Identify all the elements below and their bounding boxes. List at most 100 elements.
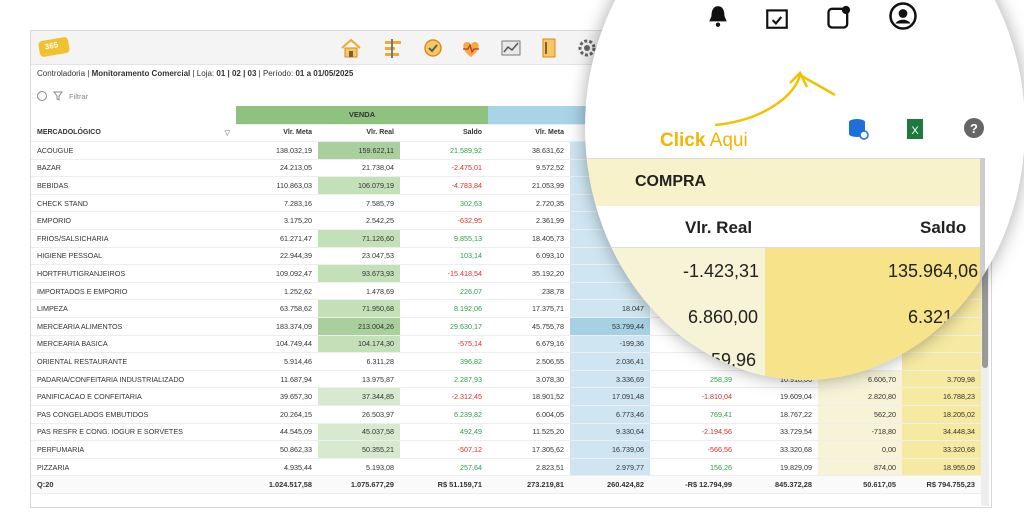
cell-vr: 213.004,26 <box>318 317 400 336</box>
footer-row: Q:20 1.024.517,58 1.075.677,29 R$ 51.159… <box>31 475 981 494</box>
cell-vr: 106.079,19 <box>318 176 400 195</box>
cell-vr: 26.503,97 <box>318 405 400 424</box>
col-venda-saldo[interactable]: Saldo <box>400 124 488 143</box>
cell-s: -507,12 <box>400 440 488 459</box>
cell-cm: 6.004,05 <box>488 405 570 424</box>
cell-cm: 6.679,16 <box>488 335 570 354</box>
database-export-icon[interactable] <box>847 117 869 141</box>
cell-cm: 6.093,10 <box>488 247 570 266</box>
zoom-compra-header: COMPRA <box>585 158 980 206</box>
clock-check-icon[interactable] <box>421 37 445 59</box>
funnel-icon[interactable] <box>53 91 63 101</box>
cell-name: ORIENTAL RESTAURANTE <box>31 352 236 371</box>
lojas-value: 01 | 02 | 03 <box>216 69 257 78</box>
footer-compra-real: 260.424,82 <box>570 475 650 494</box>
cell-ts: 33.320,68 <box>902 440 981 459</box>
filter-bars-icon[interactable] <box>381 37 405 59</box>
cell-s: 9.855,13 <box>400 229 488 248</box>
heart-pulse-icon[interactable] <box>459 37 483 59</box>
cell-name: HIGIENE PESSOAL <box>31 247 236 266</box>
table-row[interactable]: PIZZARIA 4.935,44 5.193,08 257,64 2.823,51 2.… <box>31 458 981 477</box>
column-filter-icon[interactable]: ▽ <box>225 129 230 137</box>
cell-vm: 11.687,94 <box>236 370 318 389</box>
svg-text:X: X <box>911 125 919 137</box>
table-row[interactable]: PAS RESFR E CONG. IOGUR E SORVETES 44.545… <box>31 423 981 442</box>
zoom-cell-real-3: -59,96 <box>705 350 757 370</box>
document-icon[interactable] <box>537 37 561 59</box>
cell-cm: 17.305,62 <box>488 440 570 459</box>
cell-vr: 159.622,11 <box>318 141 400 160</box>
home-icon[interactable] <box>339 37 363 59</box>
cell-vm: 7.283,16 <box>236 194 318 213</box>
cell-vm: 22.944,39 <box>236 247 318 266</box>
cell-vm: 24.213,05 <box>236 159 318 178</box>
notification-square-icon[interactable] <box>825 3 853 31</box>
footer-total-real: 50.617,05 <box>818 475 902 494</box>
cell-tr: 874,00 <box>818 458 902 477</box>
chart-line-icon[interactable] <box>499 37 523 59</box>
filter-bar: Filtrar <box>37 89 88 103</box>
breadcrumb-section[interactable]: Controladoria <box>37 69 85 78</box>
cell-vm: 109.092,47 <box>236 264 318 283</box>
cell-cm: 2.720,35 <box>488 194 570 213</box>
cell-vr: 21.738,04 <box>318 159 400 178</box>
arrow-curve-icon <box>714 70 836 127</box>
cell-name: PIZZARIA <box>31 458 236 477</box>
footer-compra-meta: 273.219,81 <box>488 475 570 494</box>
cell-vr: 23.047,53 <box>318 247 400 266</box>
table-row[interactable]: PAS CONGELADOS EMBUTIDOS 20.264,15 26.503,… <box>31 405 981 424</box>
cell-vm: 39.657,30 <box>236 387 318 406</box>
col-compra-meta[interactable]: Vlr. Meta <box>488 124 570 143</box>
cell-cm: 18.901,52 <box>488 387 570 406</box>
svg-text:?: ? <box>970 121 978 136</box>
periodo-label: Período: <box>262 69 294 78</box>
col-venda-real[interactable]: Vlr. Real <box>318 124 400 143</box>
cell-vr: 2.542,25 <box>318 211 400 231</box>
table-row[interactable]: PERFUMARIA 50.862,33 50.355,21 -507,12 17.30… <box>31 440 981 459</box>
app-logo[interactable]: 365 <box>37 36 71 58</box>
col-mercadologico[interactable]: MERCADOLÓGICO ▽ <box>31 124 236 143</box>
cell-vr: 13.975,87 <box>318 370 400 389</box>
cell-cs: -1.810,04 <box>650 387 738 406</box>
cell-s: -575,14 <box>400 335 488 354</box>
cell-s: 2.287,93 <box>400 370 488 389</box>
zoom-col-vlr-real[interactable]: Vlr. Real <box>685 218 752 238</box>
zoom-scrollbar[interactable] <box>980 158 985 380</box>
bell-icon[interactable] <box>705 3 731 29</box>
cell-s: -2.475,01 <box>400 159 488 178</box>
excel-icon[interactable]: X <box>905 117 925 141</box>
play-circle-icon[interactable] <box>37 91 47 101</box>
cell-ts: 16.788,23 <box>902 387 981 406</box>
cell-cm: 35.192,20 <box>488 264 570 283</box>
cell-cm: 2.361,99 <box>488 211 570 231</box>
cell-cm: 2.506,55 <box>488 352 570 371</box>
breadcrumb-page: Monitoramento Comercial <box>91 69 191 78</box>
zoom-col-saldo[interactable]: Saldo <box>920 218 966 238</box>
cell-name: FRIOS/SALSICHARIA <box>31 229 236 248</box>
footer-venda-saldo: R$ 51.159,71 <box>400 475 488 494</box>
loja-label: Loja: <box>196 69 215 78</box>
user-avatar-icon[interactable] <box>888 1 918 31</box>
cell-cs: -2.194,56 <box>650 423 738 442</box>
col-venda-meta[interactable]: Vlr. Meta <box>236 124 318 143</box>
cell-vm: 110.863,03 <box>236 176 318 195</box>
cell-name: PADARIA/CONFEITARIA INDUSTRIALIZADO <box>31 370 236 389</box>
cell-name: MERCEARIA ALIMENTOS <box>31 317 236 336</box>
cell-s: 396,82 <box>400 352 488 371</box>
footer-total-meta: 845.372,28 <box>738 475 818 494</box>
cell-vm: 138.032,19 <box>236 141 318 160</box>
calendar-check-icon[interactable] <box>763 5 791 31</box>
help-icon[interactable]: ? <box>963 117 985 139</box>
cell-ts: 18.955,09 <box>902 458 981 477</box>
periodo-value: 01 a 01/05/2025 <box>295 69 354 78</box>
filter-button[interactable]: Filtrar <box>69 92 88 101</box>
cell-ts: 18.205,02 <box>902 405 981 424</box>
cell-vm: 61.271,47 <box>236 229 318 248</box>
cell-cs: -566,56 <box>650 440 738 459</box>
cell-cm: 9.572,52 <box>488 159 570 178</box>
cell-cr: 6.773,46 <box>570 405 650 424</box>
table-row[interactable]: PANIFICACAO E CONFEITARIA 39.657,30 37.344… <box>31 387 981 406</box>
cell-vr: 104.174,30 <box>318 335 400 354</box>
cell-cr: 16.739,06 <box>570 440 650 459</box>
cell-name: PAS RESFR E CONG. IOGUR E SORVETES <box>31 423 236 442</box>
